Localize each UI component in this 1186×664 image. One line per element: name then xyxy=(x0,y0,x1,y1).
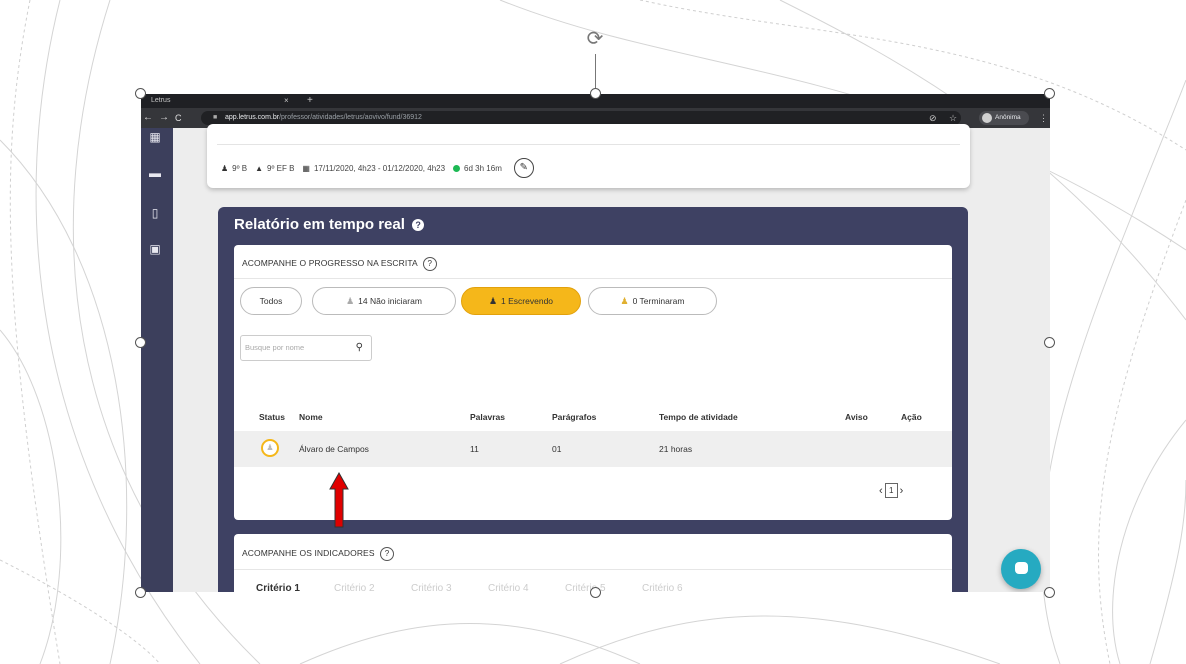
column-header-palavras: Palavras xyxy=(470,412,505,422)
next-page-icon[interactable]: › xyxy=(900,485,904,497)
calendar-icon: ▦ xyxy=(302,163,310,173)
sidebar-chart-icon[interactable]: ▦ xyxy=(147,130,163,144)
person-icon: ♟ xyxy=(346,296,355,306)
edit-pencil-icon[interactable]: ✎ xyxy=(513,158,534,178)
remaining-time: 6d 3h 16m xyxy=(464,163,502,173)
sidebar: ▦ ▬ ▯ ▣ xyxy=(141,128,173,592)
resize-handle-right[interactable] xyxy=(1044,337,1055,348)
prev-page-icon[interactable]: ‹ xyxy=(879,485,883,497)
reload-icon[interactable]: C xyxy=(175,108,182,128)
forward-icon[interactable]: → xyxy=(159,108,169,128)
help-icon[interactable]: ? xyxy=(412,219,425,231)
filter-terminaram-button[interactable]: ♟ 0 Terminaram xyxy=(588,287,717,315)
annotation-arrow-icon xyxy=(329,472,349,528)
student-time: 21 horas xyxy=(659,444,693,454)
student-paragraphs: 01 xyxy=(552,444,562,454)
divider xyxy=(234,278,952,279)
browser-tab[interactable]: Letrus xyxy=(145,94,295,108)
tab-close-icon[interactable]: × xyxy=(284,94,289,108)
browser-menu-icon[interactable]: ⋮ xyxy=(1039,108,1048,128)
activity-period: 17/11/2020, 4h23 - 01/12/2020, 4h23 xyxy=(313,163,446,173)
filter-label: 0 Terminaram xyxy=(632,296,685,306)
back-icon[interactable]: ← xyxy=(143,108,153,128)
page-number-button[interactable]: 1 xyxy=(884,483,898,498)
progress-help-icon[interactable]: ? xyxy=(422,257,437,271)
filter-todos-button[interactable]: Todos xyxy=(240,287,302,315)
resize-handle-top-left[interactable] xyxy=(135,88,146,99)
divider xyxy=(234,569,952,570)
sidebar-document-icon[interactable]: ▯ xyxy=(147,206,163,220)
student-name[interactable]: Álvaro de Campos xyxy=(299,444,369,454)
column-header-tempo: Tempo de atividade xyxy=(659,412,738,422)
indicators-panel-title: ACOMPANHE OS INDICADORES ? xyxy=(242,547,395,561)
filter-nao-iniciaram-button[interactable]: ♟ 14 Não iniciaram xyxy=(312,287,456,315)
sidebar-clipboard-check-icon[interactable]: ▣ xyxy=(147,242,163,256)
grade-label: 9º EF B xyxy=(267,163,295,173)
column-header-aviso: Aviso xyxy=(845,412,868,422)
search-placeholder: Busque por nome xyxy=(245,343,305,352)
activity-info-card: ♟ 9º B ▲ 9º EF B ▦ 17/11/2020, 4h23 - 01… xyxy=(207,124,970,188)
report-title: Relatório em tempo real ? xyxy=(234,216,425,233)
resize-handle-bottom-right[interactable] xyxy=(1044,587,1055,598)
realtime-report: Relatório em tempo real ? ACOMPANHE O PR… xyxy=(218,207,968,592)
indicators-panel: ACOMPANHE OS INDICADORES ? Critério 1 Cr… xyxy=(234,534,952,592)
tab-criterio-6[interactable]: Critério 6 xyxy=(642,583,683,592)
indicators-panel-title-text: ACOMPANHE OS INDICADORES xyxy=(242,548,375,558)
search-input[interactable]: Busque por nome ⚲ xyxy=(240,335,372,361)
filter-escrevendo-button[interactable]: ♟ 1 Escrevendo xyxy=(461,287,581,315)
progress-panel-title: ACOMPANHE O PROGRESSO NA ESCRITA ? xyxy=(242,257,437,271)
filter-label: 1 Escrevendo xyxy=(501,296,554,306)
activity-info-row: ♟ 9º B ▲ 9º EF B ▦ 17/11/2020, 4h23 - 01… xyxy=(221,158,534,178)
tab-criterio-4[interactable]: Critério 4 xyxy=(488,583,529,592)
filter-label: 14 Não iniciaram xyxy=(358,296,422,306)
chat-button[interactable] xyxy=(1001,549,1041,589)
student-words: 11 xyxy=(470,444,479,454)
person-icon: ♟ xyxy=(488,296,498,306)
new-tab-icon[interactable]: + xyxy=(307,94,313,108)
url-field[interactable]: ■ app.letrus.com.br/professor/atividades… xyxy=(201,111,961,125)
tab-criterio-1[interactable]: Critério 1 xyxy=(256,583,300,592)
graduation-cap-icon: ▲ xyxy=(255,163,264,173)
divider xyxy=(217,144,960,145)
resize-handle-top-right[interactable] xyxy=(1044,88,1055,99)
pagination: ‹ 1 › xyxy=(879,483,903,498)
column-header-status: Status xyxy=(259,412,285,422)
column-header-nome: Nome xyxy=(299,412,323,422)
url-path: /professor/atividades/letrus/aovivo/fund… xyxy=(279,114,422,121)
column-header-paragrafos: Parágrafos xyxy=(552,412,597,422)
tab-criterio-2[interactable]: Critério 2 xyxy=(334,583,375,592)
rotate-icon[interactable]: ⟳ xyxy=(584,28,606,50)
column-header-acao: Ação xyxy=(901,412,922,422)
progress-panel-title-text: ACOMPANHE O PROGRESSO NA ESCRITA xyxy=(242,258,418,268)
status-dot-icon xyxy=(453,164,461,172)
url-host: app.letrus.com.br xyxy=(225,114,280,121)
search-icon[interactable]: ⚲ xyxy=(356,336,363,360)
person-icon: ♟ xyxy=(620,296,629,306)
profile-name: Anônima xyxy=(995,114,1021,121)
browser-tab-title: Letrus xyxy=(151,97,171,104)
writing-status-icon: ♟ xyxy=(261,439,279,457)
resize-handle-bottom[interactable] xyxy=(590,587,601,598)
tab-criterio-3[interactable]: Critério 3 xyxy=(411,583,452,592)
class-icon: ♟ xyxy=(221,163,229,173)
profile-avatar-icon xyxy=(982,113,992,123)
resize-handle-top[interactable] xyxy=(590,88,601,99)
class-label: 9º B xyxy=(232,163,248,173)
resize-handle-left[interactable] xyxy=(135,337,146,348)
lock-icon: ■ xyxy=(213,114,218,121)
browser-screenshot: Letrus × + ← → C ■ app.letrus.com.br/pro… xyxy=(141,94,1050,592)
sidebar-graduation-cap-icon[interactable]: ▬ xyxy=(147,166,163,180)
profile-chip[interactable]: Anônima xyxy=(979,111,1029,125)
report-title-text: Relatório em tempo real xyxy=(234,216,405,233)
resize-handle-bottom-left[interactable] xyxy=(135,587,146,598)
indicators-help-icon[interactable]: ? xyxy=(380,547,395,561)
chat-bubble-icon xyxy=(1015,562,1028,574)
filter-label: Todos xyxy=(259,296,283,306)
